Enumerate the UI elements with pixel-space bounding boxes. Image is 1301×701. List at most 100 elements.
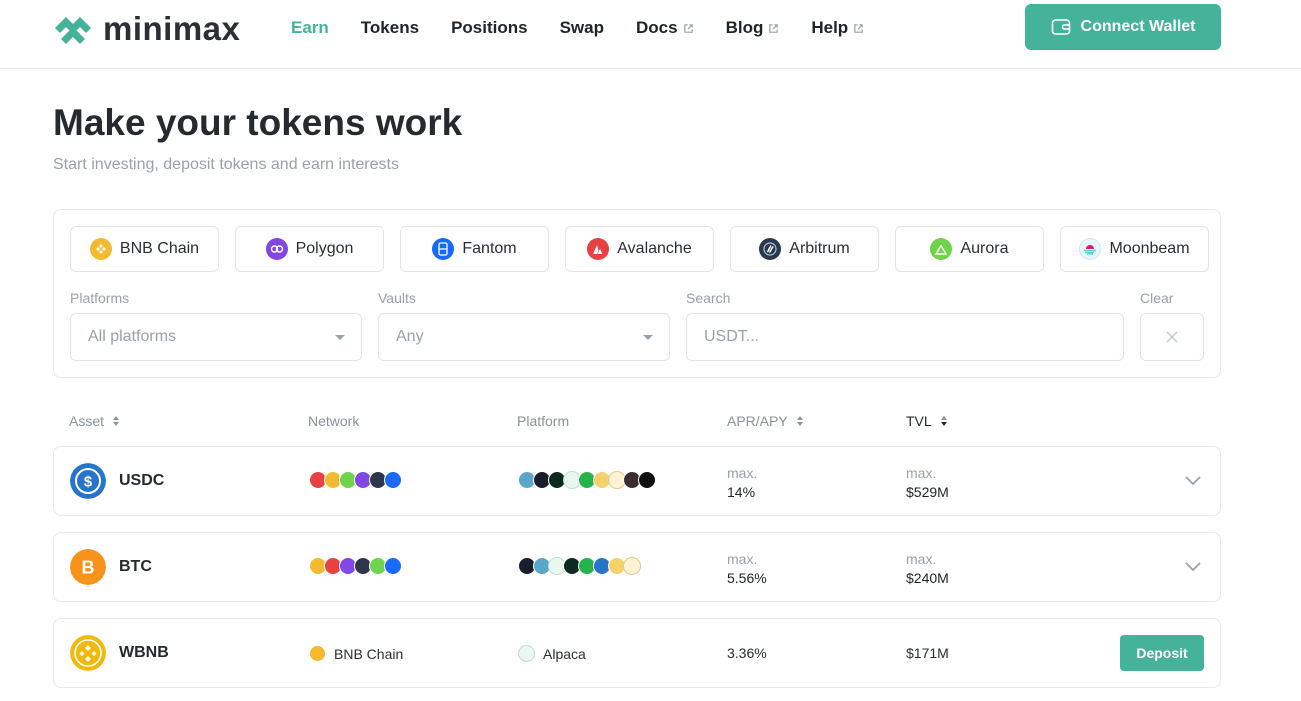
nav-blog[interactable]: Blog — [726, 17, 780, 39]
fantom-icon — [384, 471, 402, 489]
apr-value: 14% — [727, 484, 756, 500]
platform-cell: Alpaca — [518, 645, 586, 662]
table-row[interactable]: $ USDC max. 14% max. $529M — [53, 446, 1221, 516]
platform-logo-icon — [623, 557, 641, 575]
chain-label: Avalanche — [617, 240, 692, 257]
caret-down-icon — [643, 335, 653, 340]
asset-cell: B BTC — [70, 549, 152, 585]
bnb-chain-icon — [309, 645, 326, 662]
nav-swap-label: Swap — [559, 18, 604, 37]
chain-avalanche[interactable]: Avalanche — [565, 226, 714, 272]
apr-cell: max. 14% — [727, 464, 757, 502]
platform-icons — [518, 557, 641, 575]
chain-bnb-chain[interactable]: BNB Chain — [70, 226, 219, 272]
column-header-apr[interactable]: APR/APY — [727, 413, 804, 429]
deposit-button[interactable]: Deposit — [1120, 635, 1204, 671]
platform-name: Alpaca — [543, 645, 586, 662]
polygon-icon — [265, 238, 288, 260]
brand-name: minimax — [103, 10, 241, 47]
alpaca-icon — [518, 645, 535, 662]
search-label: Search — [686, 290, 731, 306]
nav-help[interactable]: Help — [811, 17, 864, 39]
tvl-prefix: max. — [906, 465, 937, 481]
asset-name: WBNB — [119, 644, 169, 661]
nav-tokens-label: Tokens — [360, 18, 420, 37]
column-header-asset[interactable]: Asset — [69, 413, 120, 429]
column-header-tvl[interactable]: TVL — [906, 413, 948, 429]
aurora-icon — [930, 238, 953, 260]
network-icons — [309, 471, 402, 489]
nav-earn[interactable]: Earn — [291, 17, 329, 39]
caret-down-icon — [335, 335, 345, 340]
column-header-label: TVL — [906, 413, 932, 429]
asset-cell: WBNB — [70, 635, 169, 671]
nav-blog-label: Blog — [725, 18, 764, 37]
filter-panel: BNB Chain Polygon Fantom Avalanche Arbit… — [53, 209, 1221, 378]
tvl-prefix: max. — [906, 551, 937, 567]
network-name: BNB Chain — [334, 645, 404, 662]
nav-earn-label: Earn — [291, 18, 329, 37]
column-header-label: APR/APY — [727, 413, 788, 429]
fantom-icon — [384, 557, 402, 575]
search-placeholder: USDT... — [704, 328, 760, 345]
platforms-label: Platforms — [70, 290, 130, 306]
network-cell: BNB Chain — [309, 645, 403, 662]
column-header-platform: Platform — [517, 413, 569, 429]
platforms-selected-value: All platforms — [88, 328, 177, 345]
sort-icon — [796, 416, 803, 426]
search-input[interactable]: USDT... — [686, 313, 1124, 361]
vaults-select[interactable]: Any — [378, 313, 670, 361]
column-header-network: Network — [308, 413, 359, 429]
apr-prefix: max. — [727, 465, 758, 481]
tvl-value: $240M — [906, 570, 949, 586]
table-row[interactable]: WBNB BNB Chain Alpaca 3.36% $171M Deposi… — [53, 618, 1221, 688]
sort-icon — [113, 416, 120, 426]
column-header-label: Asset — [69, 413, 105, 429]
platforms-select[interactable]: All platforms — [70, 313, 362, 361]
clear-filters-button[interactable] — [1140, 313, 1204, 361]
external-link-icon — [683, 23, 693, 33]
chevron-down-icon[interactable] — [1184, 560, 1202, 572]
btc-icon: B — [70, 549, 106, 585]
column-header-label: Platform — [517, 413, 570, 429]
chain-arbitrum[interactable]: Arbitrum — [730, 226, 879, 272]
wbnb-icon — [70, 635, 106, 671]
tvl-value: $529M — [906, 484, 949, 500]
wallet-icon — [1051, 19, 1070, 35]
connect-wallet-button[interactable]: Connect Wallet — [1025, 4, 1221, 50]
apr-cell: max. 5.56% — [727, 550, 767, 588]
nav-tokens[interactable]: Tokens — [361, 17, 419, 39]
svg-text:B: B — [82, 558, 95, 578]
moonbeam-icon — [1079, 238, 1102, 260]
svg-text:$: $ — [84, 474, 93, 491]
asset-name: USDC — [119, 472, 165, 489]
chain-label: Fantom — [462, 240, 517, 257]
nav-positions-label: Positions — [451, 18, 528, 37]
clear-label: Clear — [1140, 290, 1174, 306]
chain-fantom[interactable]: Fantom — [400, 226, 549, 272]
table-row[interactable]: B BTC max. 5.56% max. $240M — [53, 532, 1221, 602]
chain-aurora[interactable]: Aurora — [895, 226, 1044, 272]
vaults-label: Vaults — [378, 290, 416, 306]
nav-docs[interactable]: Docs — [636, 17, 694, 39]
network-icons — [309, 557, 402, 575]
chain-label: Moonbeam — [1109, 240, 1190, 257]
nav-positions[interactable]: Positions — [451, 17, 528, 39]
chevron-down-icon[interactable] — [1184, 474, 1202, 486]
top-navbar: minimax Earn Tokens Positions Swap Docs … — [0, 0, 1301, 69]
arbitrum-icon — [759, 238, 782, 260]
fantom-icon — [432, 238, 455, 260]
tvl-value: $171M — [906, 645, 949, 661]
logo[interactable]: minimax — [53, 10, 240, 48]
chain-label: Arbitrum — [789, 240, 850, 257]
chain-polygon[interactable]: Polygon — [235, 226, 384, 272]
nav-swap[interactable]: Swap — [560, 17, 604, 39]
connect-wallet-label: Connect Wallet — [1080, 18, 1196, 35]
minimax-logo-icon — [55, 17, 91, 44]
bnb-chain-icon — [89, 238, 112, 260]
chain-label: Polygon — [295, 240, 354, 257]
platform-icons — [518, 471, 656, 489]
nav-docs-label: Docs — [635, 18, 678, 37]
chain-moonbeam[interactable]: Moonbeam — [1060, 226, 1209, 272]
vaults-selected-value: Any — [396, 328, 424, 345]
